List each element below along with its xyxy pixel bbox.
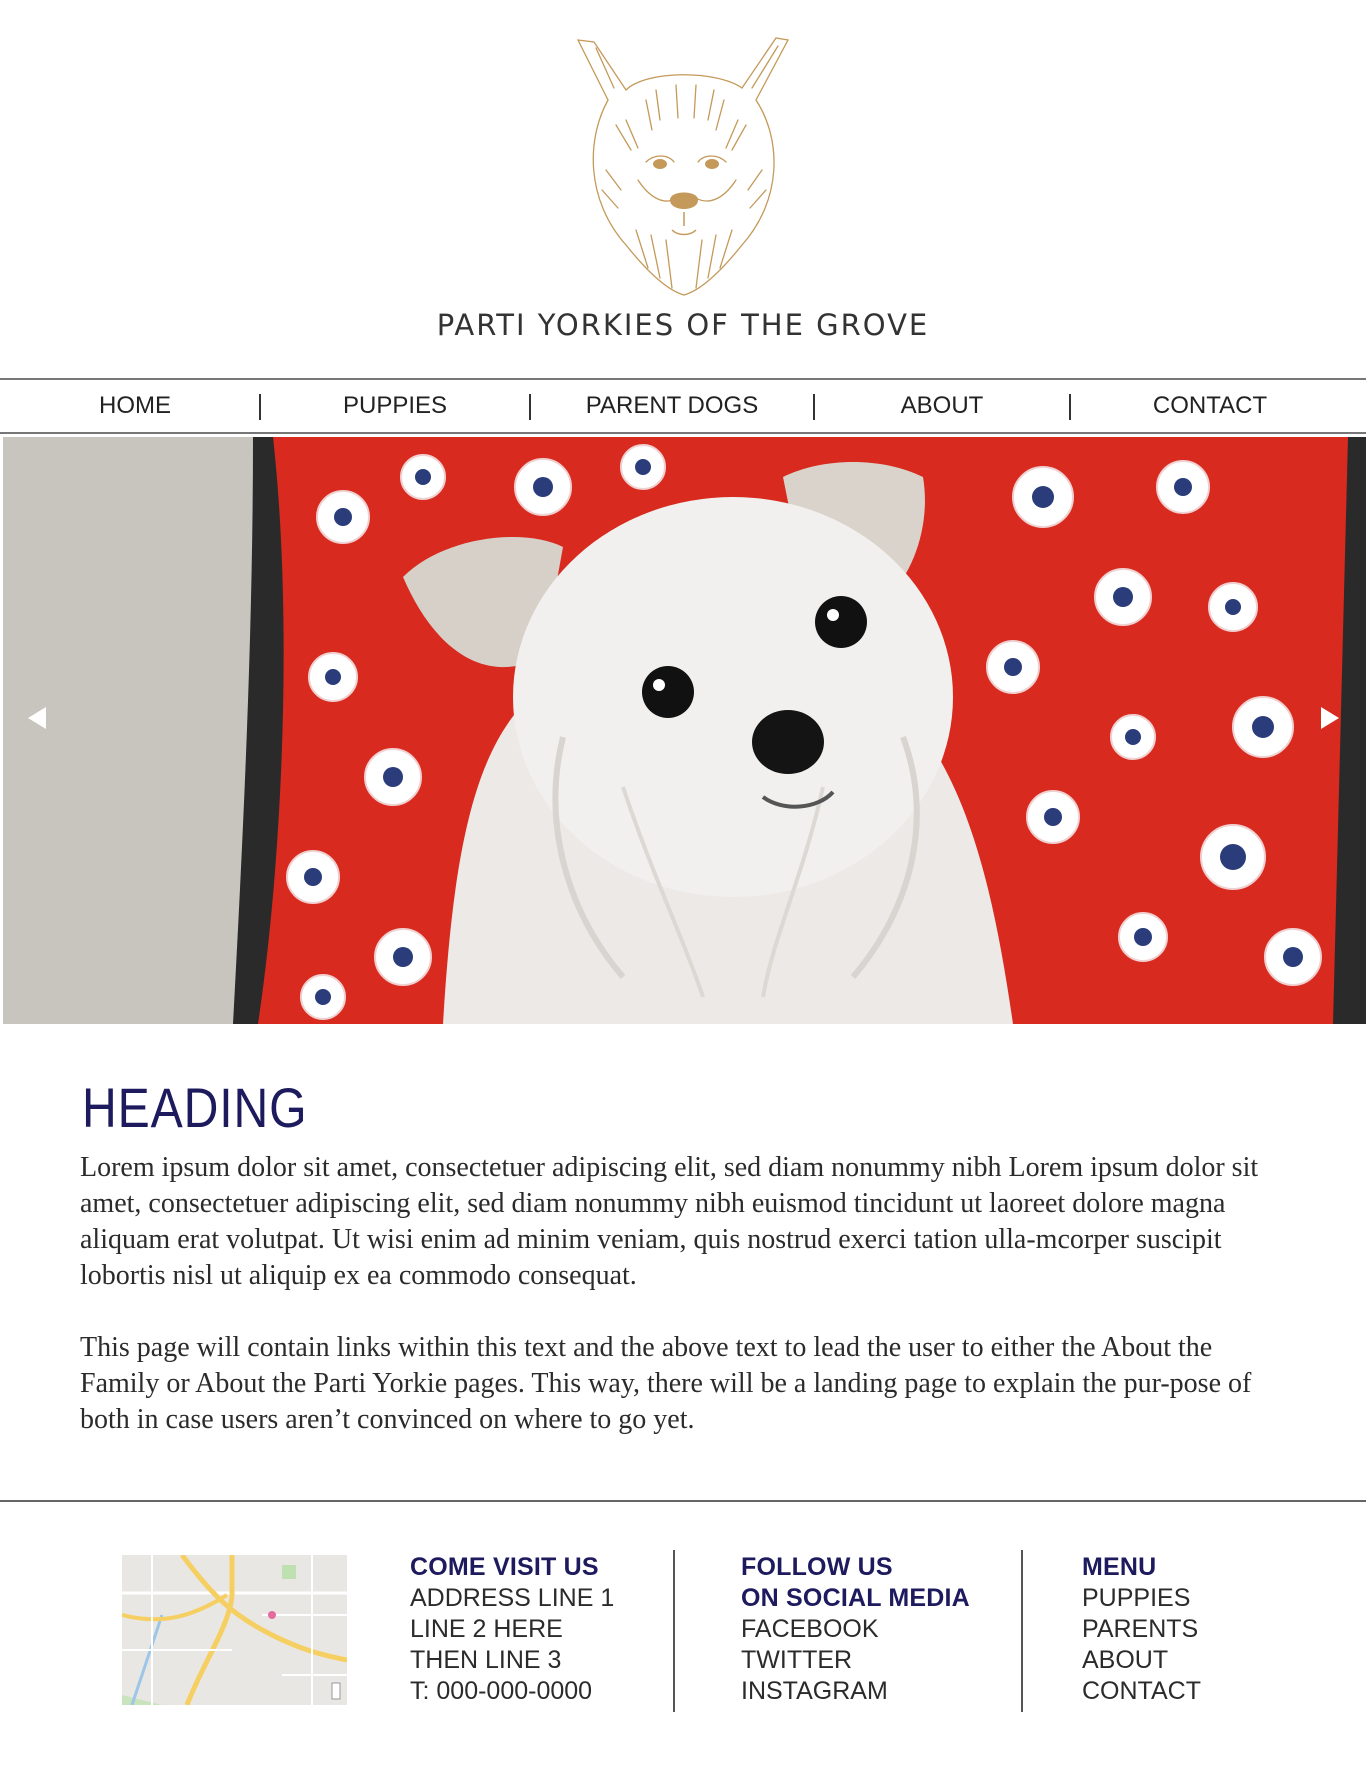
facebook-link[interactable]: FACEBOOK: [741, 1614, 970, 1645]
nav-item-parent-dogs[interactable]: PARENT DOGS: [586, 392, 758, 420]
phone-number[interactable]: T: 000-000-0000: [410, 1676, 614, 1707]
map-thumbnail: [122, 1555, 347, 1705]
twitter-link[interactable]: TWITTER: [741, 1645, 970, 1676]
footer-link-about[interactable]: ABOUT: [1082, 1645, 1201, 1676]
address-line-3: THEN LINE 3: [410, 1646, 562, 1674]
nav-item-home[interactable]: HOME: [99, 392, 171, 420]
address-line-1: ADDRESS LINE 1: [410, 1584, 615, 1612]
page-heading: HEADING: [82, 1076, 308, 1139]
intro-paragraph: Lorem ipsum dolor sit amet, consectetuer…: [80, 1152, 1259, 1291]
chevron-left-icon[interactable]: [28, 707, 46, 729]
footer-visit-column: COME VISIT US ADDRESS LINE 1 LINE 2 HERE…: [410, 1552, 614, 1707]
address-line-2: LINE 2 HERE: [410, 1615, 563, 1643]
instagram-link[interactable]: INSTAGRAM: [741, 1676, 970, 1707]
nav-item-about[interactable]: ABOUT: [901, 392, 984, 420]
visit-title: COME VISIT US: [410, 1553, 599, 1581]
nav-separator: [529, 394, 531, 420]
social-title-line1: FOLLOW US: [741, 1553, 893, 1581]
nav-item-contact[interactable]: CONTACT: [1153, 392, 1267, 420]
hero-photo: [3, 437, 1366, 1024]
footer-column-divider: [673, 1550, 675, 1712]
menu-title: MENU: [1082, 1553, 1157, 1581]
hero-slideshow: [3, 437, 1366, 1024]
chevron-right-icon[interactable]: [1321, 707, 1339, 729]
footer-link-contact[interactable]: CONTACT: [1082, 1676, 1201, 1707]
nav-item-puppies[interactable]: PUPPIES: [343, 392, 447, 420]
social-title-line2: ON SOCIAL MEDIA: [741, 1584, 970, 1612]
site-title[interactable]: PARTI YORKIES OF THE GROVE: [0, 308, 1366, 342]
yorkie-head-icon[interactable]: [556, 30, 812, 300]
site-header: PARTI YORKIES OF THE GROVE: [0, 0, 1366, 380]
nav-separator: [813, 394, 815, 420]
main-nav: HOME PUPPIES PARENT DOGS ABOUT CONTACT: [0, 378, 1366, 434]
nav-separator: [259, 394, 261, 420]
nav-separator: [1069, 394, 1071, 420]
footer-column-divider: [1021, 1550, 1023, 1712]
footer-divider: [0, 1500, 1366, 1502]
footer-link-puppies[interactable]: PUPPIES: [1082, 1583, 1201, 1614]
location-map[interactable]: [122, 1555, 347, 1705]
landing-paragraph: This page will contain links within this…: [80, 1332, 1252, 1435]
footer-link-parents[interactable]: PARENTS: [1082, 1614, 1201, 1645]
footer-social-column: FOLLOW US ON SOCIAL MEDIA FACEBOOK TWITT…: [741, 1552, 970, 1707]
footer-menu-column: MENU PUPPIES PARENTS ABOUT CONTACT: [1082, 1552, 1201, 1707]
